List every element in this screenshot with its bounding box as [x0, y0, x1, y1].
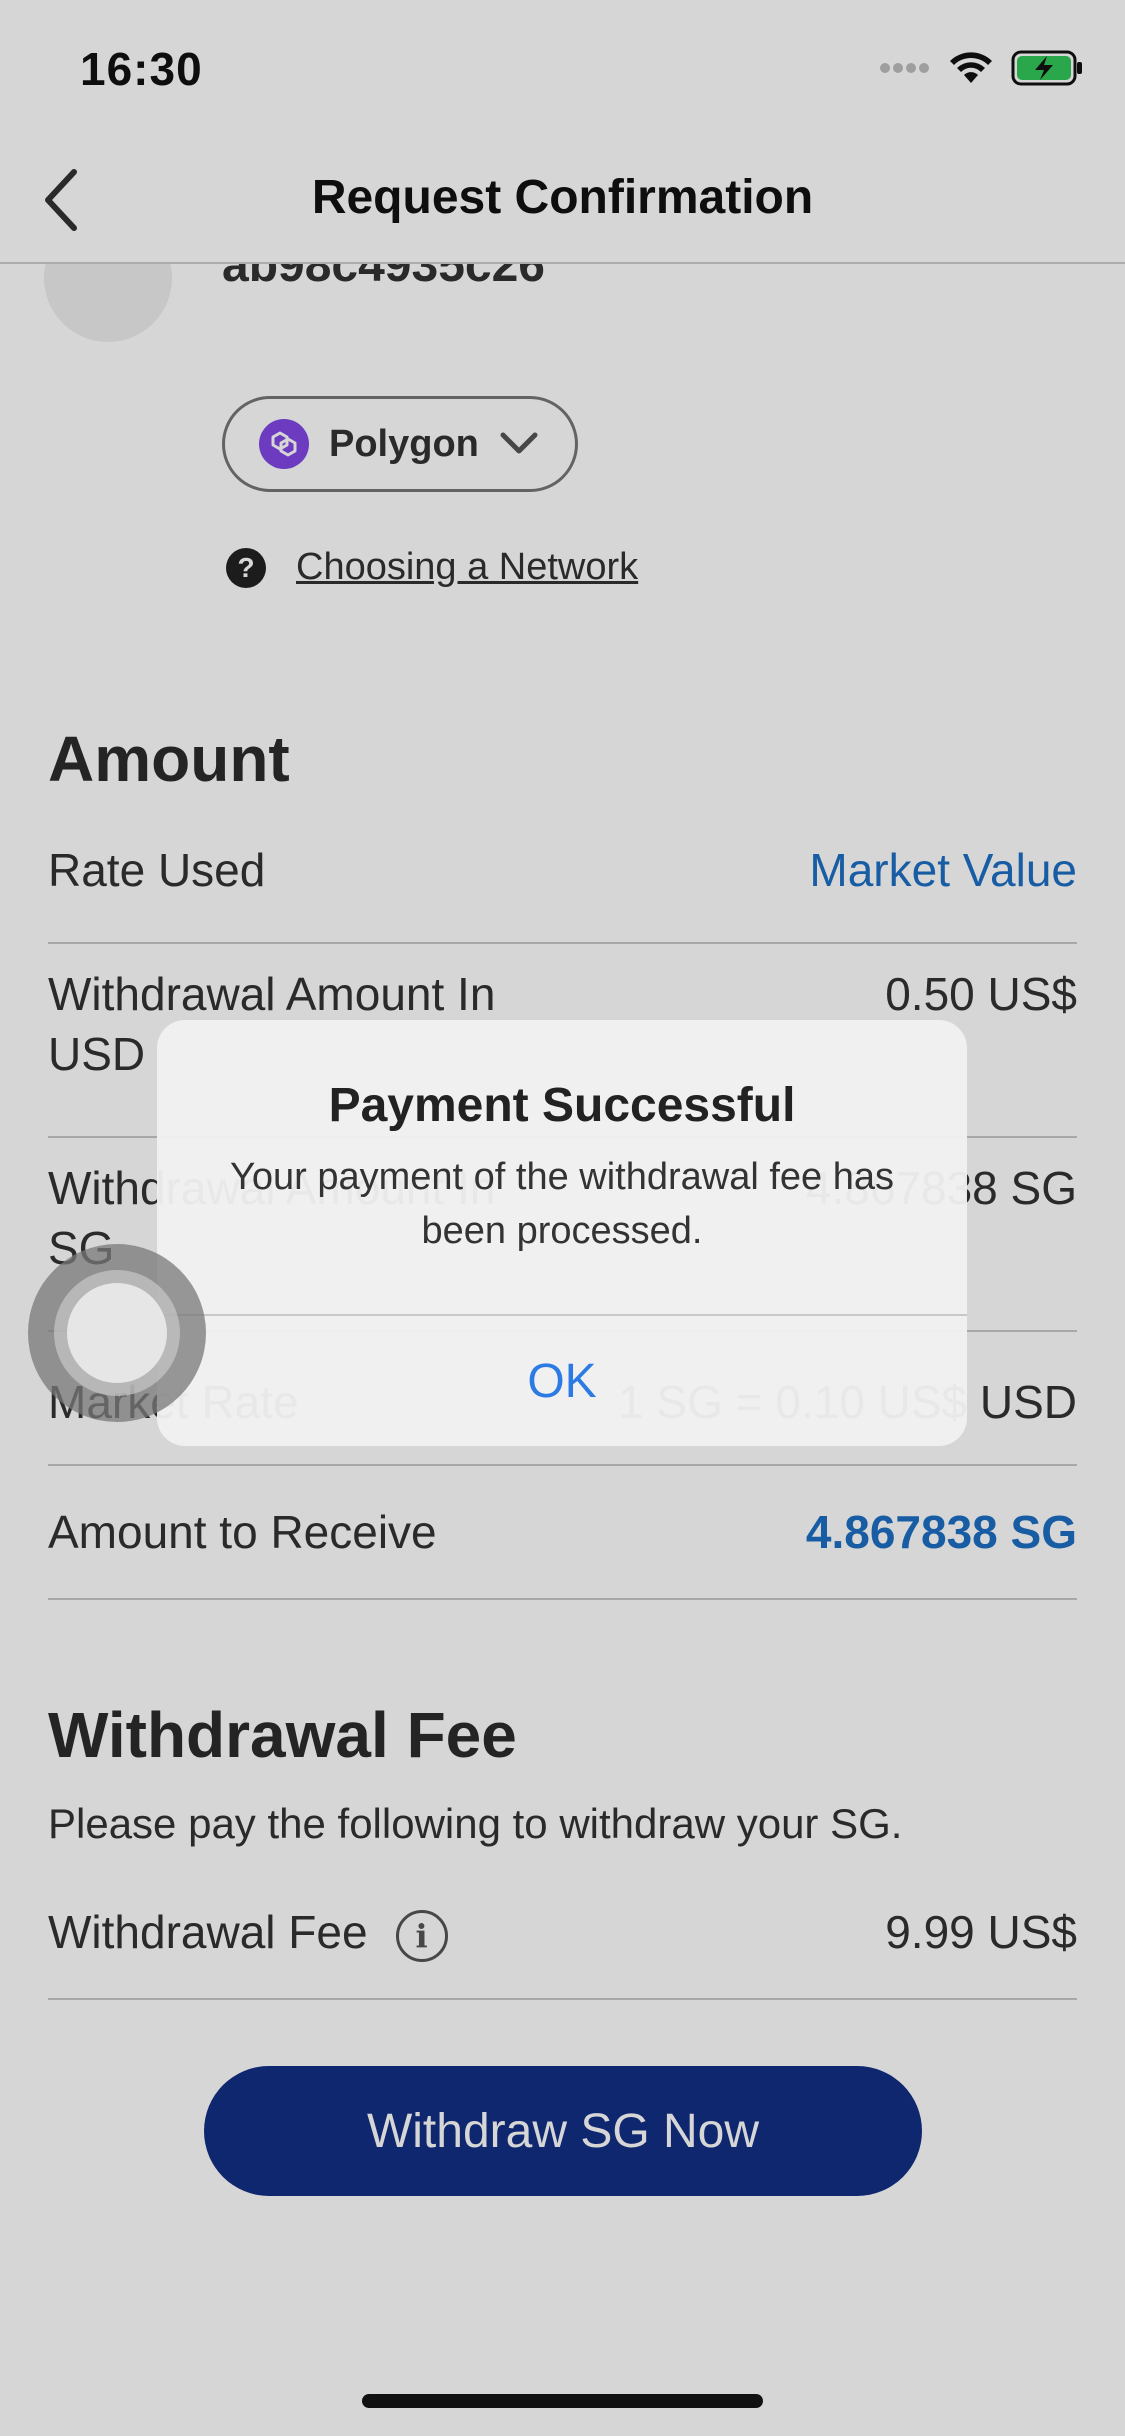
assistive-touch-button[interactable] — [28, 1244, 206, 1422]
assistive-touch-ring — [54, 1270, 180, 1396]
assistive-touch-core — [67, 1283, 167, 1383]
dialog-ok-button[interactable]: OK — [157, 1316, 967, 1446]
home-indicator[interactable] — [362, 2394, 763, 2408]
dialog-message: Your payment of the withdrawal fee has b… — [230, 1156, 894, 1252]
payment-success-dialog: Payment Successful Your payment of the w… — [157, 1020, 967, 1446]
request-confirmation-screen: 16:30 Request Confirmation ab98c4935c26 … — [0, 0, 1125, 2436]
dialog-title: Payment Successful — [328, 1079, 796, 1132]
